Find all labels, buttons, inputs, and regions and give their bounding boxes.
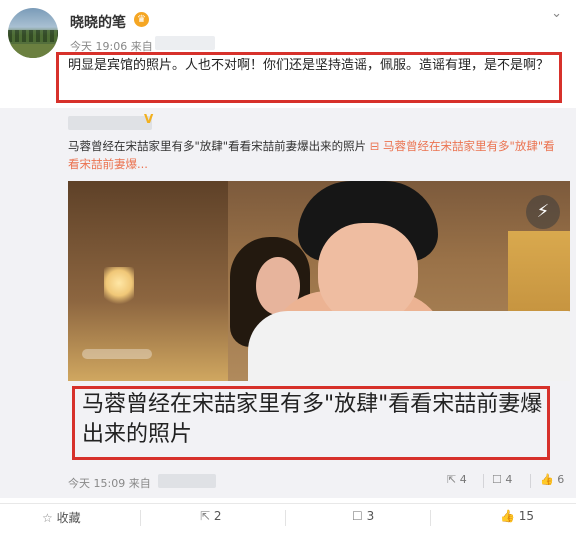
- repost-button[interactable]: ⇱ 2: [200, 509, 222, 523]
- post-text: 明显是宾馆的照片。人也不对啊！你们还是坚持造谣，佩服。造谣有理，是不是啊？: [68, 58, 550, 73]
- divider: [483, 474, 484, 488]
- like-count: 15: [518, 509, 535, 523]
- article-image[interactable]: ⚡: [68, 181, 570, 381]
- quoted-like-count: 6: [557, 473, 565, 486]
- chevron-down-icon[interactable]: ⌄: [551, 6, 562, 21]
- comment-count: 3: [366, 509, 375, 523]
- quoted-like-button[interactable]: 👍 6: [540, 473, 564, 486]
- image-bedsheet: [248, 311, 570, 381]
- flash-icon[interactable]: ⚡: [526, 195, 560, 229]
- star-icon: ☆: [42, 511, 53, 525]
- quoted-comment-count: 4: [505, 473, 513, 486]
- thumbs-up-icon: 👍: [500, 509, 515, 523]
- quoted-repost-count: 4: [459, 473, 467, 486]
- quoted-text: 马蓉曾经在宋喆家里有多"放肆"看看宋喆前妻爆出来的照片 ⊟ 马蓉曾经在宋喆家里有…: [68, 137, 558, 173]
- username[interactable]: 晓晓的笔: [70, 12, 126, 32]
- divider: [530, 474, 531, 488]
- avatar[interactable]: [8, 8, 58, 58]
- favorite-button[interactable]: ☆ 收藏: [42, 509, 81, 526]
- divider: [430, 510, 431, 526]
- avatar-ground: [8, 44, 58, 58]
- comment-icon: ☐: [352, 509, 363, 523]
- source-blurred: [155, 36, 215, 50]
- image-lamp: [104, 267, 134, 307]
- repost-icon: ⇱: [200, 509, 211, 523]
- repost-icon: ⇱: [447, 473, 457, 486]
- link-icon: ⊟: [369, 139, 384, 153]
- divider: [140, 510, 141, 526]
- image-figure-face-2: [318, 223, 418, 323]
- favorite-label: 收藏: [56, 511, 81, 525]
- quoted-comment-button[interactable]: ☐ 4: [492, 473, 512, 486]
- comment-button[interactable]: ☐ 3: [352, 509, 374, 523]
- repost-count: 2: [213, 509, 222, 523]
- quoted-username-blurred: [68, 116, 152, 130]
- crown-badge-icon[interactable]: ♛: [134, 12, 149, 27]
- image-overlay-bar: [82, 349, 152, 359]
- quoted-repost-button[interactable]: ⇱ 4: [447, 473, 467, 486]
- divider: [285, 510, 286, 526]
- quoted-timestamp[interactable]: 今天 15:09 来自: [68, 475, 151, 491]
- quoted-source-blurred: [158, 474, 216, 488]
- like-button[interactable]: 👍 15: [500, 509, 534, 523]
- quoted-body: 马蓉曾经在宋喆家里有多"放肆"看看宋喆前妻爆出来的照片: [68, 139, 367, 153]
- article-caption[interactable]: 马蓉曾经在宋喆家里有多"放肆"看看宋喆前妻爆出来的照片: [82, 390, 552, 450]
- avatar-trees: [8, 30, 58, 42]
- action-bar: [0, 503, 576, 533]
- comment-icon: ☐: [492, 473, 502, 486]
- thumbs-up-icon: 👍: [540, 473, 554, 486]
- verified-icon: V: [144, 112, 154, 126]
